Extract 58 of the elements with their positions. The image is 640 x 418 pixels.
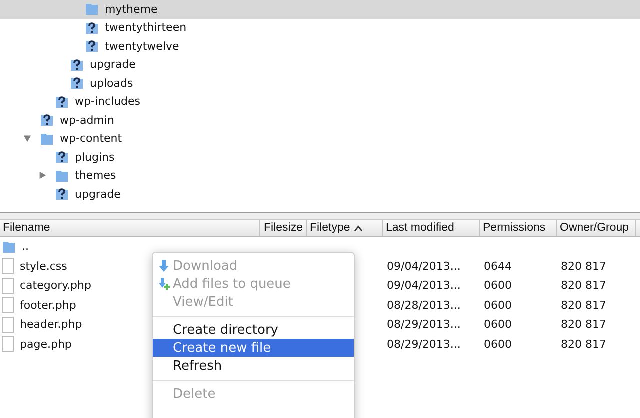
menu-item[interactable]: Refresh <box>153 357 354 375</box>
collapsed-triangle-icon[interactable] <box>38 171 47 180</box>
question-mark-folder-icon <box>55 94 69 109</box>
tree-item[interactable]: twentytwelve <box>0 37 640 56</box>
question-mark-folder-icon <box>55 150 69 164</box>
expanded-triangle-icon[interactable] <box>23 134 32 144</box>
tree-item[interactable]: uploads <box>0 74 640 92</box>
permissions: 0600 <box>484 318 512 332</box>
question-mark-folder-icon <box>70 76 84 90</box>
modified-date: 08/28/2013... <box>387 298 461 312</box>
question-mark-folder-icon <box>85 20 99 35</box>
column-header[interactable]: Filetype <box>307 220 383 236</box>
modified-date: 09/04/2013... <box>387 279 461 292</box>
owner-group: 820 817 <box>561 260 606 273</box>
tree-item[interactable]: plugins <box>0 148 640 166</box>
column-header[interactable]: Last modified <box>383 220 480 236</box>
tree-item[interactable]: wp-content <box>0 130 640 148</box>
folder-icon <box>55 168 69 183</box>
owner-group: 820 817 <box>561 338 606 351</box>
folder-icon <box>2 240 16 254</box>
tree-item[interactable]: upgrade <box>0 185 640 204</box>
menu-item[interactable]: Create directory <box>153 321 354 339</box>
permissions: 0600 <box>484 298 512 312</box>
column-header[interactable]: Filename <box>0 220 260 236</box>
owner-group: 820 817 <box>561 298 606 312</box>
file-name[interactable]: page.php <box>20 338 72 351</box>
column-header[interactable]: Owner/Group <box>557 220 636 236</box>
sort-caret-icon <box>354 224 364 232</box>
file-name[interactable]: style.css <box>20 260 68 273</box>
modified-date: 08/29/2013... <box>387 318 461 332</box>
folder-icon <box>40 132 54 146</box>
modified-date: 08/29/2013... <box>387 338 461 351</box>
down-arrow-plus-icon <box>157 277 171 291</box>
tree-item[interactable]: wp-includes <box>0 92 640 111</box>
permissions: 0644 <box>484 260 512 273</box>
question-mark-folder-icon <box>70 58 84 72</box>
tree-item[interactable]: twentythirteen <box>0 18 640 37</box>
folder-icon <box>85 2 99 16</box>
permissions: 0600 <box>484 338 512 351</box>
permissions: 0600 <box>484 279 512 292</box>
down-arrow-icon <box>157 259 171 273</box>
tree-item[interactable]: mytheme <box>0 0 640 18</box>
question-mark-folder-icon <box>85 39 99 54</box>
tree-item[interactable]: themes <box>0 166 640 185</box>
menu-item[interactable]: Create new file <box>153 339 354 357</box>
question-mark-folder-icon <box>55 187 69 202</box>
file-name[interactable]: footer.php <box>20 298 76 312</box>
tree-item[interactable]: upgrade <box>0 56 640 74</box>
file-name[interactable]: .. <box>22 240 29 254</box>
modified-date: 09/04/2013... <box>387 260 461 273</box>
file-name[interactable]: header.php <box>20 318 82 332</box>
tree-item[interactable]: wp-admin <box>0 111 640 130</box>
owner-group: 820 817 <box>561 279 606 292</box>
file-name[interactable]: category.php <box>20 279 92 292</box>
column-header[interactable]: Filesize <box>260 220 307 236</box>
owner-group: 820 817 <box>561 318 606 332</box>
question-mark-folder-icon <box>40 113 54 128</box>
column-header[interactable]: Permissions <box>480 220 557 236</box>
